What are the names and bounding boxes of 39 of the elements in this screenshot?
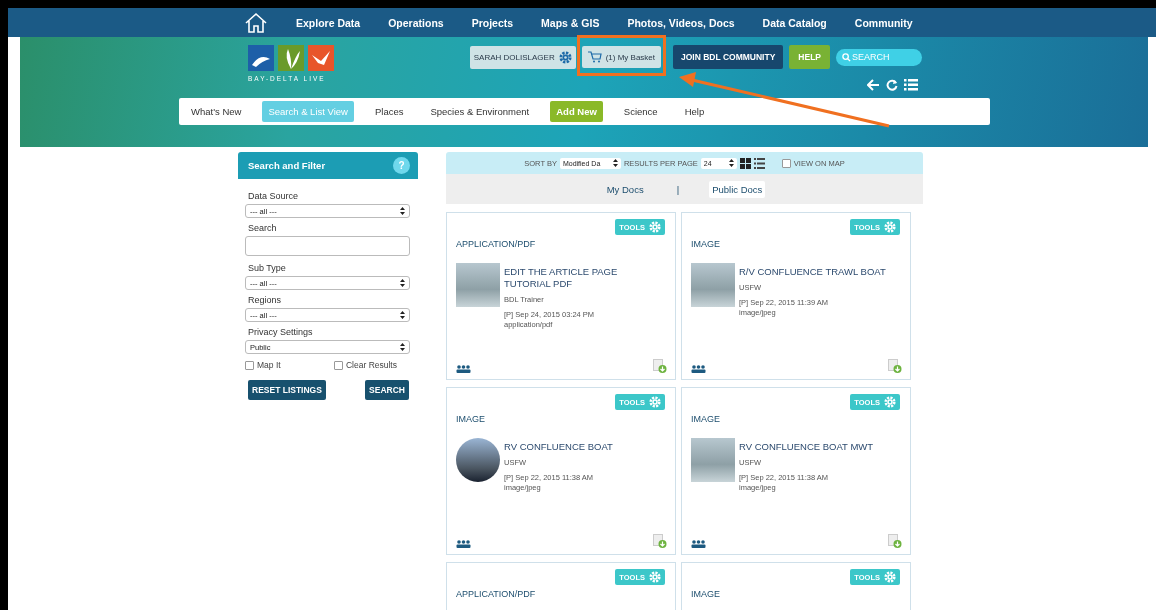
user-menu[interactable]: SARAH DOLISLAGER [469,45,576,69]
top-nav-link[interactable]: Projects [471,16,514,29]
document-title[interactable]: RV CONFLUENCE BOAT MWT [739,441,874,453]
top-nav-link[interactable]: Community [854,16,913,29]
checkbox-label: Clear Results [345,360,397,370]
top-nav-link[interactable]: Maps & GIS [541,16,600,29]
reset-button[interactable]: RESET LISTINGS [248,380,326,400]
document-title[interactable]: RV CONFLUENCE BOAT [504,441,613,453]
sub-nav-tab[interactable]: Science [617,101,664,122]
field-label: Privacy Settings [248,327,314,337]
tab-separator: | [676,183,680,195]
sub-nav-tab[interactable]: Species & Environment [424,101,536,122]
sub-nav-tab[interactable]: What's New [185,101,248,122]
join-community-button[interactable]: JOIN BDL COMMUNITY [673,45,784,69]
field-label: Sub Type [248,263,287,273]
document-type: IMAGE [456,414,486,424]
document-type: IMAGE [691,589,721,599]
top-nav-link[interactable]: Operations [388,16,444,29]
document-title[interactable]: EDIT THE ARTICLE PAGE TUTORIAL PDF [504,266,665,290]
panel-title: Search and Filter [248,160,326,171]
basket-button[interactable]: (1) My Basket [581,46,662,68]
top-nav-link[interactable]: Data Catalog [762,16,827,29]
docs-tab[interactable]: My Docs [603,180,647,198]
docs-tab[interactable]: Public Docs [709,180,766,198]
document-type: APPLICATION/PDF [456,589,537,599]
field-label: Search [248,223,278,233]
document-type: IMAGE [691,239,721,249]
sub-nav-tab[interactable]: Places [368,101,410,122]
field-label: Regions [248,295,283,305]
field-label: Data Source [248,191,300,201]
top-nav-link[interactable]: Photos, Videos, Docs [627,16,735,29]
checkbox-label: Map It [257,360,281,370]
document-type: IMAGE [691,414,721,424]
search-button[interactable]: SEARCH [365,380,409,400]
top-nav-link[interactable]: Explore Data [296,16,361,29]
document-type: APPLICATION/PDF [456,239,537,249]
document-title[interactable]: R/V CONFLUENCE TRAWL BOAT [739,266,886,278]
sub-nav-tab[interactable]: Help [678,101,711,122]
search-field[interactable]: SEARCH [836,48,922,66]
